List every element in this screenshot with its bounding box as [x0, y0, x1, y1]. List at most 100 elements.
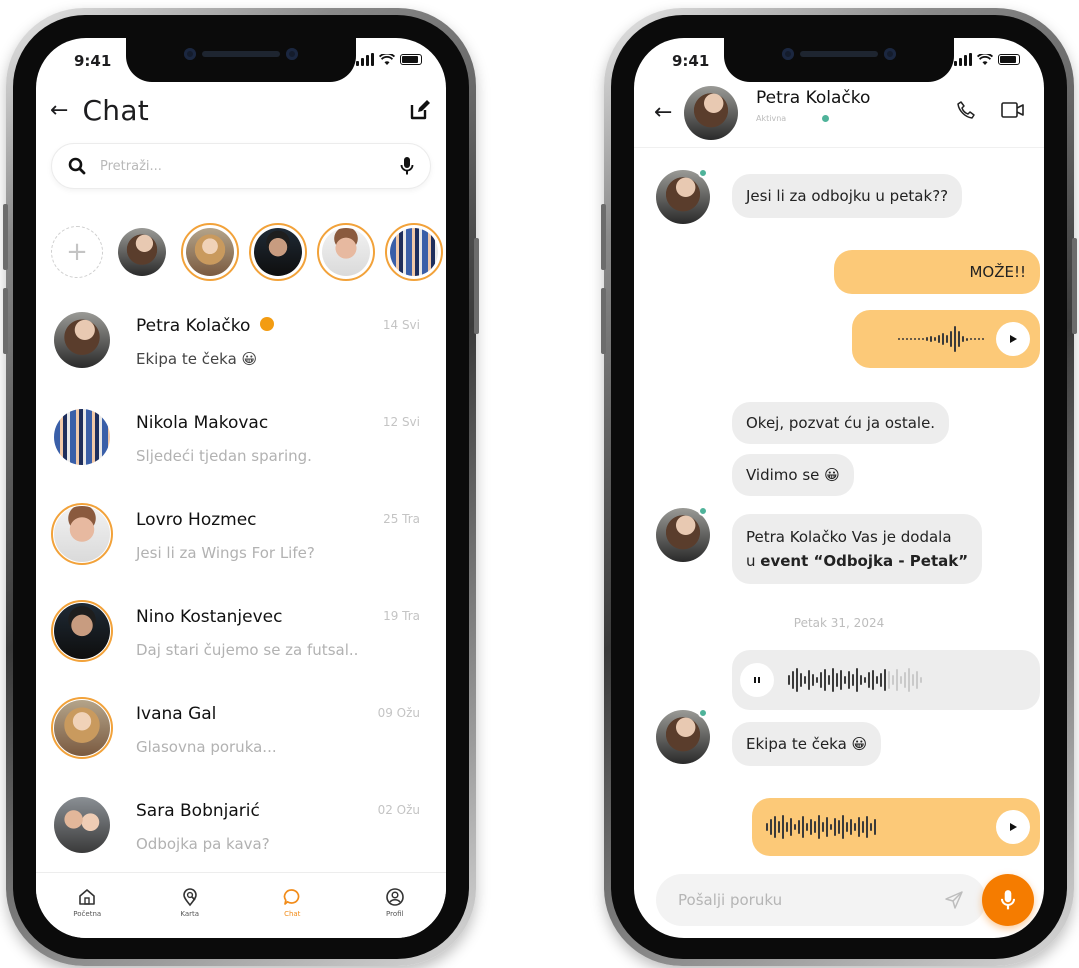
- audio-waveform: [788, 665, 922, 695]
- message-text: MOŽE!!: [969, 263, 1026, 281]
- story-avatar[interactable]: [249, 223, 307, 281]
- wifi-icon: [379, 53, 395, 65]
- message-date: 09 Ožu: [377, 706, 420, 720]
- contact-name: Nikola Makovac: [136, 413, 269, 433]
- list-item[interactable]: Nino Kostanjevec Daj stari čujemo se za …: [36, 600, 446, 698]
- phone-call-icon[interactable]: [956, 100, 976, 120]
- avatar[interactable]: [684, 86, 738, 140]
- contact-name: Nino Kostanjevec: [136, 607, 283, 627]
- incoming-message: Vidimo se 😀: [732, 454, 854, 496]
- contact-name: Ivana Gal: [136, 704, 217, 724]
- story-avatar[interactable]: [385, 223, 443, 281]
- message-thread: Jesi li za odbojku u petak?? MOŽE!! Okej…: [634, 156, 1044, 938]
- back-arrow-icon[interactable]: ←: [50, 98, 68, 123]
- home-icon: [79, 889, 96, 905]
- list-item[interactable]: Nikola Makovac Sljedeći tjedan sparing. …: [36, 407, 446, 504]
- battery-icon: [998, 54, 1020, 65]
- last-message: Odbojka pa kava?: [136, 835, 270, 853]
- incoming-message: Jesi li za odbojku u petak??: [732, 174, 963, 218]
- contact-name: Sara Bobnjarić: [136, 801, 260, 821]
- search-bar[interactable]: Pretraži...: [51, 143, 431, 189]
- online-indicator: [698, 506, 708, 516]
- signal-icon: [356, 53, 374, 66]
- message-input[interactable]: Pošalji poruku: [678, 891, 944, 909]
- record-voice-button[interactable]: [982, 874, 1034, 926]
- chat-list-screen: 9:41 ← Chat Pretraži... + Petra Kolačko …: [36, 38, 446, 938]
- microphone-icon: [1000, 890, 1016, 910]
- page-title: Chat: [82, 93, 150, 127]
- message-text: Okej, pozvat ću ja ostale.: [746, 414, 936, 432]
- tab-chat[interactable]: Chat: [262, 887, 322, 918]
- avatar: [54, 506, 110, 562]
- list-item[interactable]: Ivana Gal Glasovna poruka... 09 Ožu: [36, 697, 446, 795]
- list-item[interactable]: Lovro Hozmec Jesi li za Wings For Life? …: [36, 503, 446, 601]
- message-date: 02 Ožu: [377, 803, 420, 817]
- tab-label: Karta: [180, 910, 200, 918]
- tab-pocetna[interactable]: Početna: [57, 887, 117, 918]
- signal-icon: [954, 53, 972, 66]
- chat-bubble-icon: [283, 889, 300, 905]
- avatar: [54, 603, 110, 659]
- play-button[interactable]: [996, 322, 1030, 356]
- search-input[interactable]: Pretraži...: [100, 159, 400, 174]
- last-message: Daj stari čujemo se za futsal..: [136, 641, 359, 659]
- date-separator: Petak 31, 2024: [793, 616, 885, 630]
- stories-row: +: [51, 221, 446, 283]
- notch: [724, 38, 954, 82]
- outgoing-voice-message[interactable]: [852, 310, 1040, 368]
- add-story-button[interactable]: +: [51, 226, 103, 278]
- story-avatar[interactable]: [113, 223, 171, 281]
- video-call-icon[interactable]: [1000, 100, 1026, 120]
- sender-avatar: [656, 170, 710, 224]
- search-icon: [68, 157, 86, 175]
- online-indicator: [698, 168, 708, 178]
- microphone-icon[interactable]: [400, 156, 414, 176]
- message-text: Ekipa te čeka 😀: [746, 735, 868, 753]
- power-button: [1072, 238, 1077, 334]
- status-time: 9:41: [74, 52, 112, 70]
- battery-icon: [400, 54, 422, 65]
- event-notification-message[interactable]: Petra Kolačko Vas je dodala u event “Odb…: [732, 514, 983, 584]
- profile-icon: [385, 888, 404, 906]
- avatar: [54, 312, 110, 368]
- last-message: Sljedeći tjedan sparing.: [136, 447, 312, 465]
- volume-button: [3, 288, 8, 354]
- conversation-header: ← Petra Kolačko Aktivna: [634, 78, 1044, 148]
- audio-waveform: [898, 324, 984, 354]
- incoming-voice-message[interactable]: [732, 650, 1040, 710]
- contact-name: Petra Kolačko: [756, 88, 871, 108]
- notch: [126, 38, 356, 82]
- incoming-message: Okej, pozvat ću ja ostale.: [732, 402, 950, 444]
- tab-label: Chat: [284, 910, 301, 918]
- outgoing-voice-message[interactable]: [752, 798, 1040, 856]
- message-composer[interactable]: Pošalji poruku: [656, 874, 986, 926]
- tab-label: Profil: [386, 910, 404, 918]
- last-message: Ekipa te čeka 😀: [136, 350, 258, 368]
- list-item[interactable]: Petra Kolačko Ekipa te čeka 😀 14 Svi: [36, 310, 446, 407]
- back-arrow-icon[interactable]: ←: [654, 100, 672, 125]
- compose-icon[interactable]: [408, 98, 432, 122]
- event-link[interactable]: event “Odbojka - Petak”: [760, 552, 968, 570]
- pause-button[interactable]: [740, 663, 774, 697]
- phone-chat-list: 9:41 ← Chat Pretraži... + Petra Kolačko …: [3, 8, 479, 966]
- message-date: 19 Tra: [383, 609, 420, 623]
- message-date: 12 Svi: [382, 415, 420, 429]
- sender-avatar: [656, 508, 710, 562]
- volume-button: [3, 204, 8, 270]
- online-indicator: [698, 708, 708, 718]
- message-date: 25 Tra: [383, 512, 420, 526]
- play-button[interactable]: [996, 810, 1030, 844]
- conversation-screen: 9:41 ← Petra Kolačko Aktivna Jesi li za …: [634, 38, 1044, 938]
- tab-profil[interactable]: Profil: [365, 887, 425, 918]
- last-message: Glasovna poruka...: [136, 738, 277, 756]
- send-icon[interactable]: [944, 890, 964, 910]
- map-search-icon: [182, 888, 197, 907]
- tab-karta[interactable]: Karta: [160, 887, 220, 918]
- message-text: Vidimo se 😀: [746, 466, 840, 484]
- online-indicator: [822, 115, 829, 122]
- incoming-message: Ekipa te čeka 😀: [732, 722, 882, 766]
- story-avatar[interactable]: [181, 223, 239, 281]
- story-avatar[interactable]: [317, 223, 375, 281]
- pause-icon: [754, 677, 760, 683]
- message-date: 14 Svi: [382, 318, 420, 332]
